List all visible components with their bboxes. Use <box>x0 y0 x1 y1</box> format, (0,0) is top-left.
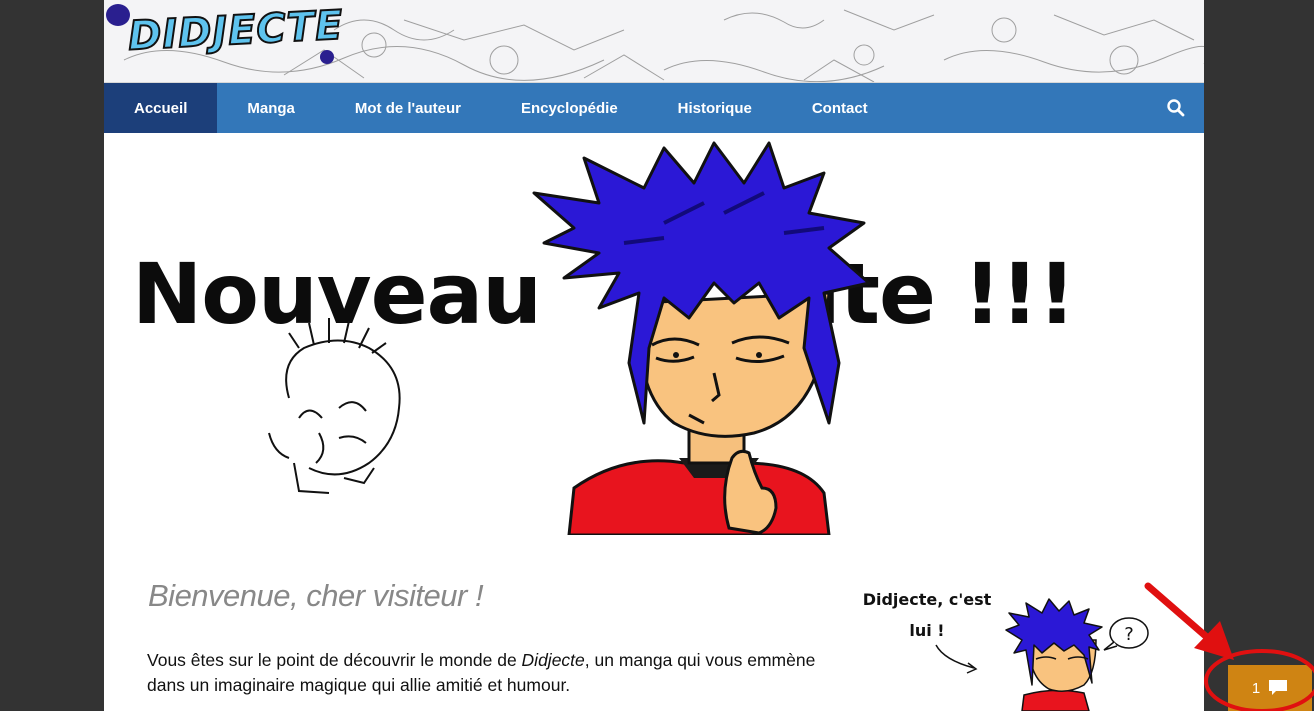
comment-icon <box>1269 680 1288 695</box>
welcome-heading: Bienvenue, cher visiteur ! <box>148 578 484 613</box>
sidebar-character-illustration: ? <box>935 598 1149 711</box>
main-nav: Accueil Manga Mot de l'auteur Encyclopéd… <box>104 83 1204 133</box>
intro-text-em: Didjecte <box>521 650 585 670</box>
nav-item-accueil[interactable]: Accueil <box>104 83 218 133</box>
page: DIDJECTE Accueil Manga Mot de l'auteur E… <box>104 0 1204 711</box>
nav-item-mot-auteur[interactable]: Mot de l'auteur <box>325 83 491 133</box>
comments-button[interactable]: 1 <box>1228 665 1312 711</box>
sketch-head-illustration <box>268 318 401 494</box>
header-banner: DIDJECTE <box>104 0 1204 83</box>
nav-item-contact[interactable]: Contact <box>782 83 898 133</box>
nav-item-historique[interactable]: Historique <box>648 83 782 133</box>
comment-count: 1 <box>1251 679 1261 697</box>
ink-splat <box>320 50 334 64</box>
hero-illustration <box>268 141 871 535</box>
hero-banner: Nouveau site !!! <box>104 133 1204 535</box>
nav-item-manga[interactable]: Manga <box>217 83 325 133</box>
intro-text-before: Vous êtes sur le point de découvrir le m… <box>147 650 522 670</box>
thought-bubble-text: ? <box>1124 624 1134 645</box>
search-icon[interactable] <box>1166 98 1186 118</box>
nav-item-encyclopedie[interactable]: Encyclopédie <box>491 83 648 133</box>
intro-paragraph: Vous êtes sur le point de découvrir le m… <box>147 648 847 698</box>
didjecte-character <box>532 141 871 535</box>
